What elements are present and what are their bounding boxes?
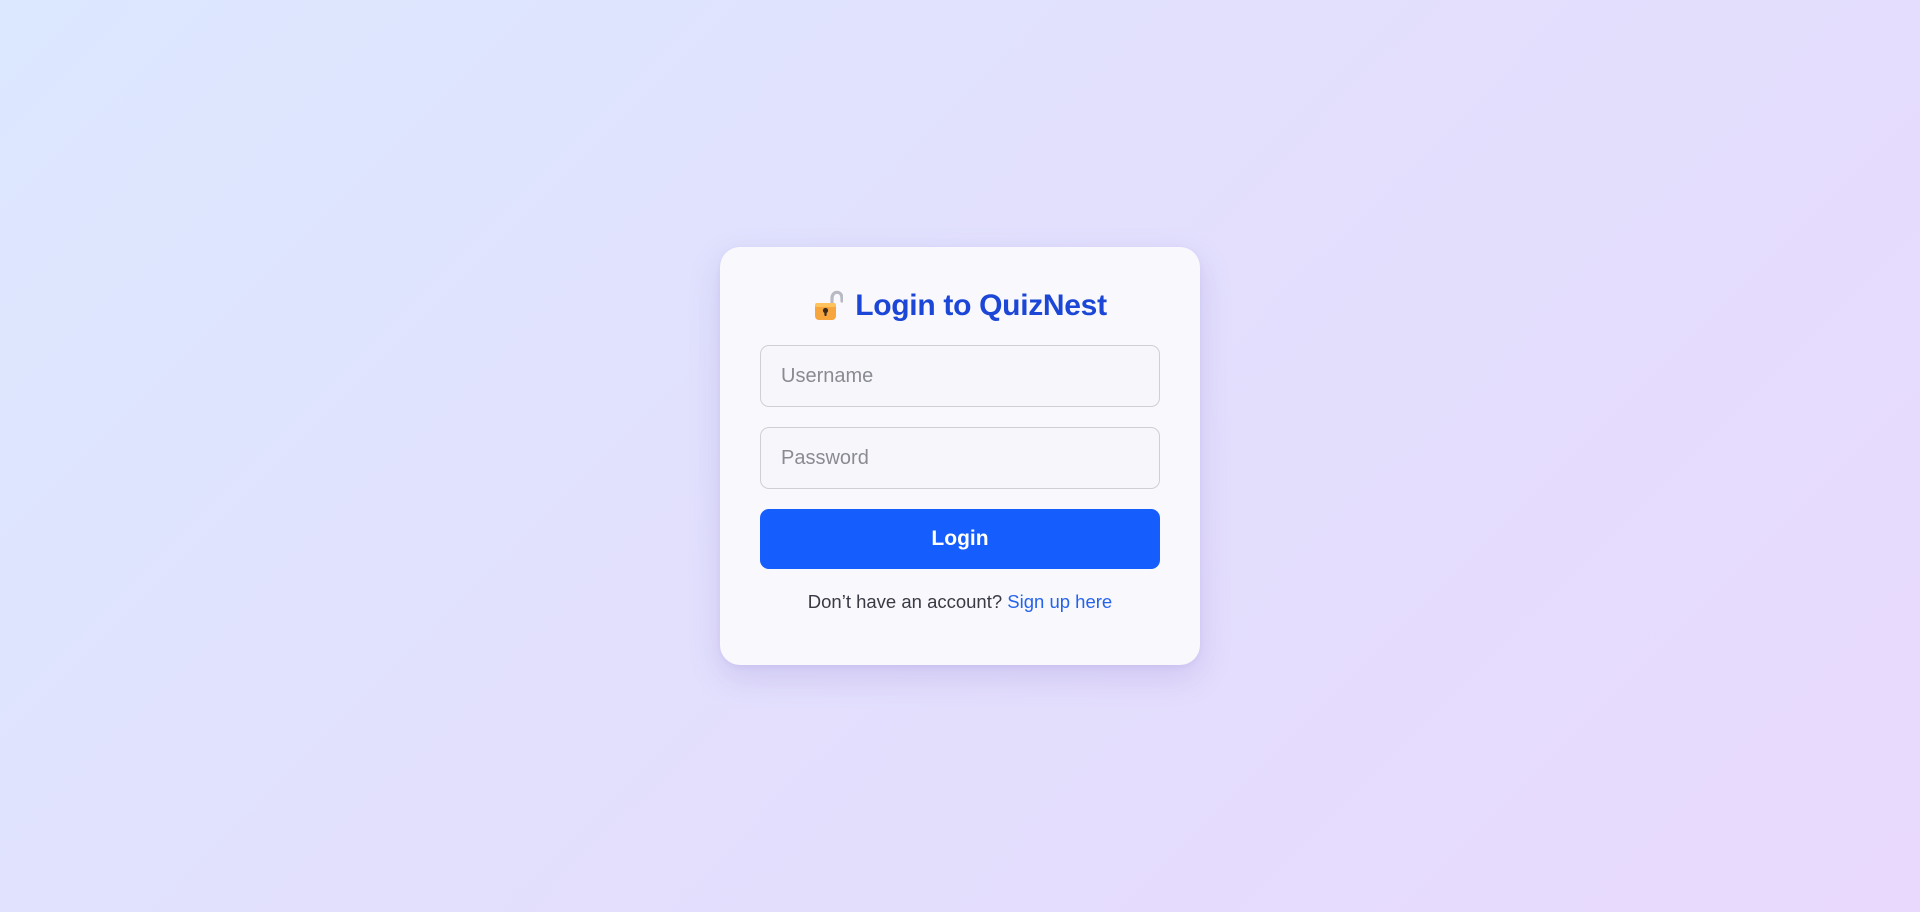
username-input[interactable] (760, 345, 1160, 407)
login-card: Login to QuizNest Login Don’t have an ac… (720, 247, 1200, 665)
signup-prompt-line: Don’t have an account? Sign up here (760, 591, 1160, 613)
lock-icon (813, 290, 844, 322)
password-input[interactable] (760, 427, 1160, 489)
title-text: Login to QuizNest (855, 289, 1107, 322)
page-title: Login to QuizNest (760, 287, 1160, 325)
login-button[interactable]: Login (760, 509, 1160, 569)
signup-link[interactable]: Sign up here (1007, 591, 1112, 612)
signup-prompt-text: Don’t have an account? (807, 591, 1003, 612)
